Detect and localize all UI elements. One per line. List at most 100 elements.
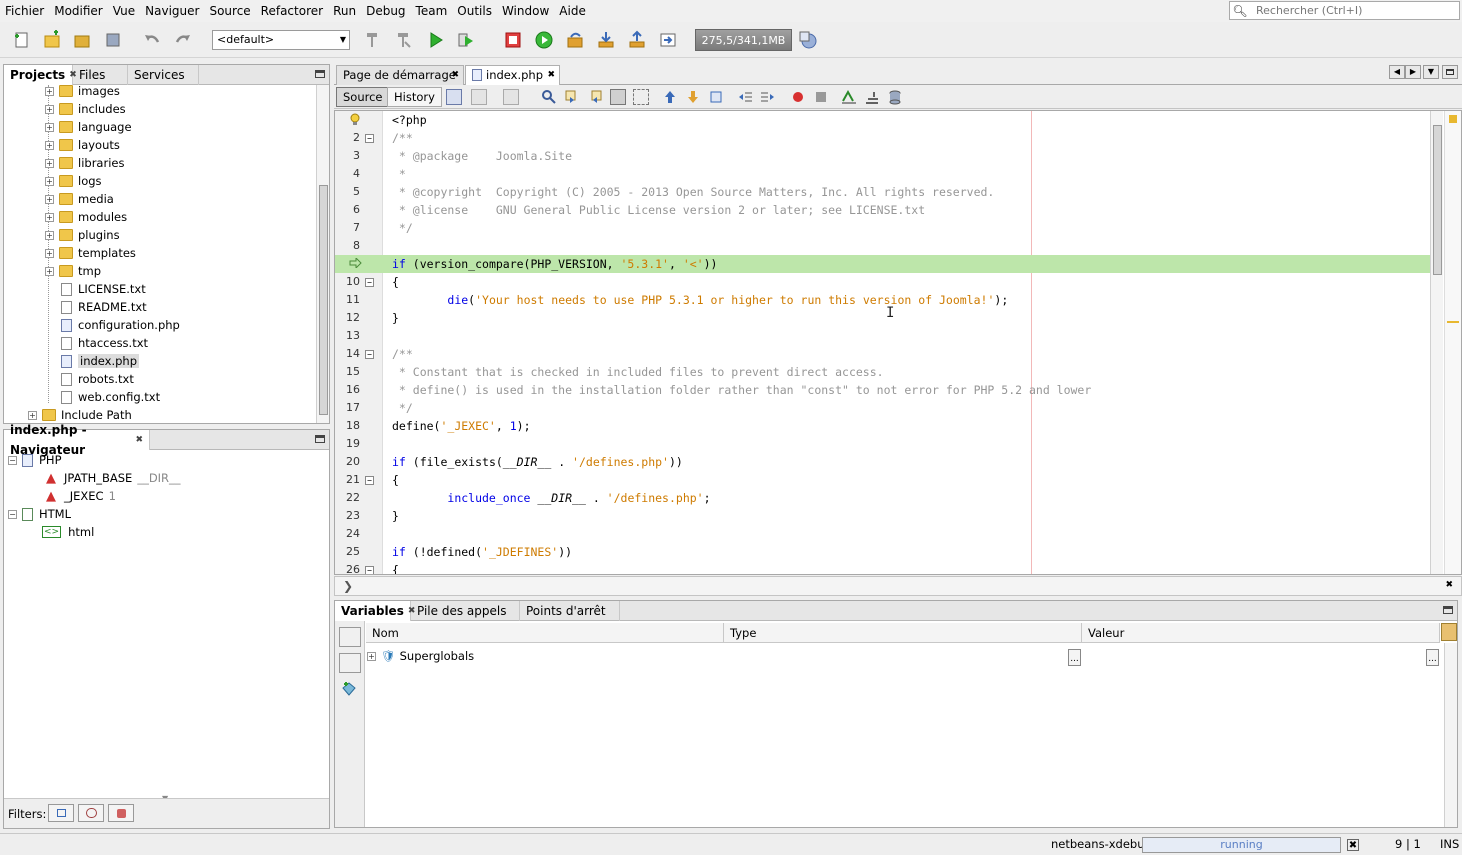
search-icon[interactable]: 🔍︎ xyxy=(1230,4,1250,18)
tree-item-layouts[interactable]: + layouts xyxy=(45,136,120,154)
mark-line[interactable] xyxy=(1447,321,1459,323)
find-icon[interactable] xyxy=(541,89,557,105)
tree-item-license-txt[interactable]: LICENSE.txt xyxy=(61,280,146,298)
code-line[interactable]: 2− /** xyxy=(335,129,1430,147)
continue-icon[interactable] xyxy=(532,28,556,52)
column-value[interactable]: Valeur xyxy=(1082,623,1440,643)
tree-item-robots-txt[interactable]: robots.txt xyxy=(61,370,134,388)
tree-item-htaccess-txt[interactable]: htaccess.txt xyxy=(61,334,148,352)
menu-item-10[interactable]: Window xyxy=(497,0,554,22)
menu-item-1[interactable]: Modifier xyxy=(49,0,108,22)
fold-icon[interactable]: − xyxy=(365,278,374,287)
find-previous-icon[interactable] xyxy=(564,89,580,105)
expand-icon[interactable]: + xyxy=(45,122,54,132)
tab-services[interactable]: Services xyxy=(128,65,199,85)
scroll-right-icon[interactable]: ▶ xyxy=(1405,65,1421,79)
configuration-select[interactable]: <default> ▼ xyxy=(212,30,350,50)
tree-item-media[interactable]: + media xyxy=(45,190,114,208)
step-over-icon[interactable] xyxy=(563,28,587,52)
code-line[interactable]: 5 * @copyright Copyright (C) 2005 - 2013… xyxy=(335,183,1430,201)
code-line[interactable]: 21− { xyxy=(335,471,1430,489)
maximize-icon[interactable] xyxy=(1442,65,1458,79)
warning-marker[interactable] xyxy=(1449,115,1457,123)
breadcrumb-arrow-icon[interactable]: ❯ xyxy=(343,579,353,593)
column-options-icon[interactable] xyxy=(1441,623,1457,641)
code-line[interactable]: 7 */ xyxy=(335,219,1430,237)
tree-item-tmp[interactable]: + tmp xyxy=(45,262,101,280)
close-icon[interactable]: ✖ xyxy=(135,430,143,450)
new-project-icon[interactable] xyxy=(40,28,64,52)
menu-item-7[interactable]: Debug xyxy=(361,0,410,22)
run-icon[interactable] xyxy=(424,28,448,52)
code-line[interactable]: if (version_compare(PHP_VERSION, '5.3.1'… xyxy=(335,255,1430,273)
tab-navigator[interactable]: index.php - Navigateur ✖ xyxy=(4,423,150,457)
nav-php[interactable]: − PHP xyxy=(8,451,62,469)
search-box[interactable]: 🔍︎ Rechercher (Ctrl+I) xyxy=(1229,1,1460,20)
scroll-thumb[interactable] xyxy=(1433,125,1442,275)
expand-icon[interactable]: + xyxy=(45,248,54,258)
menu-item-0[interactable]: Fichier xyxy=(0,0,49,22)
last-edit-icon[interactable] xyxy=(446,89,462,105)
menu-item-5[interactable]: Refactorer xyxy=(256,0,328,22)
tree-item-includes[interactable]: + includes xyxy=(45,100,126,118)
code-line[interactable]: 25 if (!defined('_JDEFINES')) xyxy=(335,543,1430,561)
hint-bulb-icon[interactable] xyxy=(349,113,361,126)
undo-icon[interactable] xyxy=(140,28,164,52)
forward-icon[interactable] xyxy=(503,89,519,105)
expand-icon[interactable]: + xyxy=(45,104,54,114)
editor-scrollbar[interactable] xyxy=(1430,111,1443,574)
code-line[interactable]: 14− /** xyxy=(335,345,1430,363)
tree-item-images[interactable]: + images xyxy=(45,82,120,100)
expand-icon[interactable]: + xyxy=(45,266,54,276)
code-line[interactable]: 3 * @package Joomla.Site xyxy=(335,147,1430,165)
close-icon[interactable]: ✖ xyxy=(1445,580,1453,590)
menu-item-6[interactable]: Run xyxy=(328,0,361,22)
code-line[interactable]: 24 xyxy=(335,525,1430,543)
shift-left-icon[interactable] xyxy=(737,89,753,105)
debug-filter-icon[interactable] xyxy=(339,653,361,673)
redo-icon[interactable] xyxy=(171,28,195,52)
minimize-icon[interactable] xyxy=(1443,606,1453,614)
build-hammer-icon[interactable] xyxy=(360,28,384,52)
tree-item-language[interactable]: + language xyxy=(45,118,132,136)
tree-item-logs[interactable]: + logs xyxy=(45,172,102,190)
menu-item-11[interactable]: Aide xyxy=(554,0,591,22)
code-line[interactable]: 22 include_once __DIR__ . '/defines.php'… xyxy=(335,489,1430,507)
fold-icon[interactable]: − xyxy=(365,350,374,359)
collapse-icon[interactable]: − xyxy=(8,509,17,519)
tab-call-stack[interactable]: Pile des appels xyxy=(411,601,520,621)
tab-list-icon[interactable]: ▼ xyxy=(1423,65,1439,79)
tab-breakpoints[interactable]: Points d'arrêt xyxy=(520,601,620,621)
start-macro-icon[interactable] xyxy=(790,89,806,105)
column-name[interactable]: Nom xyxy=(366,623,724,643)
scroll-thumb[interactable] xyxy=(319,185,328,415)
variables-scrollbar[interactable] xyxy=(1444,643,1457,827)
code-line[interactable]: 20 if (file_exists(__DIR__ . '/defines.ph… xyxy=(335,453,1430,471)
shift-right-icon[interactable] xyxy=(760,89,776,105)
menu-item-8[interactable]: Team xyxy=(411,0,453,22)
column-type[interactable]: Type xyxy=(724,623,1082,643)
tab-variables[interactable]: Variables ✖ xyxy=(335,601,415,621)
tree-item-templates[interactable]: + templates xyxy=(45,244,136,262)
tree-item-configuration-php[interactable]: configuration.php xyxy=(61,316,180,334)
tree-item-readme-txt[interactable]: README.txt xyxy=(61,298,147,316)
history-button[interactable]: History xyxy=(387,87,442,107)
profile-icon[interactable] xyxy=(796,28,820,52)
code-line[interactable]: 12} xyxy=(335,309,1430,327)
new-file-icon[interactable] xyxy=(10,28,34,52)
code-line[interactable]: 11 die('Your host needs to use PHP 5.3.1… xyxy=(335,291,1430,309)
expand-icon[interactable]: + xyxy=(45,86,54,96)
stop-debug-icon[interactable] xyxy=(501,28,525,52)
step-into-icon[interactable] xyxy=(594,28,618,52)
nav-html[interactable]: − HTML xyxy=(8,505,71,523)
open-project-icon[interactable] xyxy=(70,28,94,52)
nav-jpath-base[interactable]: ▲ JPATH_BASE __DIR__ xyxy=(46,469,181,487)
new-watch-icon[interactable] xyxy=(341,681,357,697)
stop-macro-icon[interactable] xyxy=(813,89,829,105)
minimize-icon[interactable] xyxy=(315,70,325,78)
nav-jexec[interactable]: ▲ _JEXEC 1 xyxy=(46,487,116,505)
scroll-left-icon[interactable]: ◀ xyxy=(1389,65,1405,79)
tab-start-page[interactable]: Page de démarrage ✖ xyxy=(336,65,464,85)
clean-build-icon[interactable] xyxy=(391,28,415,52)
source-button[interactable]: Source xyxy=(336,87,390,107)
